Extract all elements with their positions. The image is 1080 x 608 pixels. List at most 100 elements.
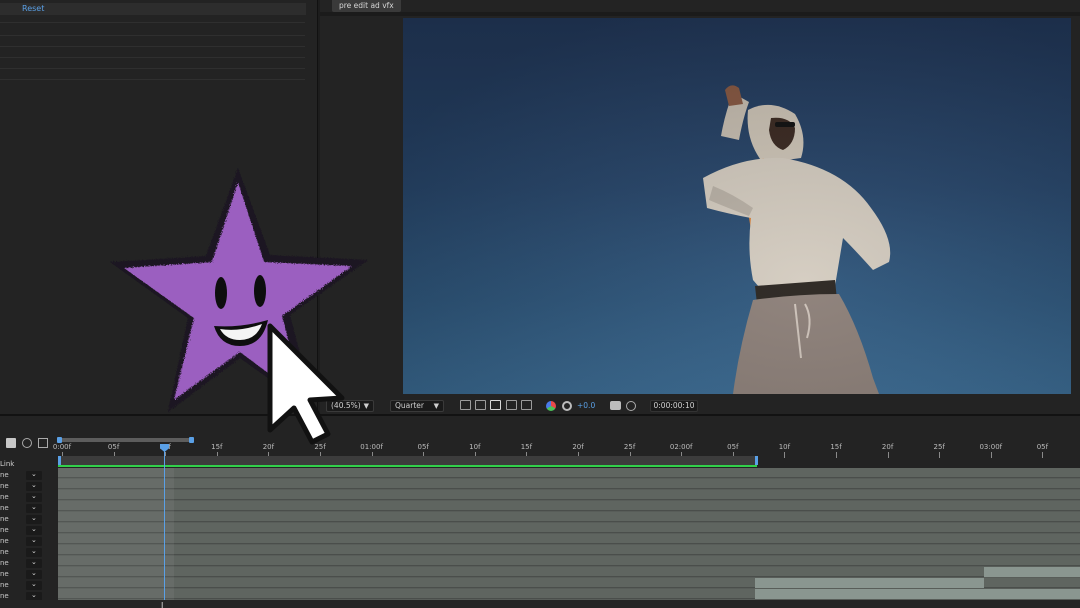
layer-mode-row[interactable]: ne ⌄ [0, 525, 42, 535]
mode-dropdown[interactable]: ⌄ [26, 525, 42, 535]
layer-mode-row[interactable]: ne ⌄ [0, 514, 42, 524]
mode-dropdown[interactable]: ⌄ [26, 492, 42, 502]
track-row[interactable] [58, 534, 1080, 544]
layer-mode-row[interactable]: ne ⌄ [0, 503, 42, 513]
layer-mode-row[interactable]: ne ⌄ [0, 580, 42, 590]
ruler-label: 20f [881, 443, 894, 451]
resolution-dropdown[interactable]: Quarter ▼ [390, 400, 444, 412]
blend-mode-label: ne [0, 515, 9, 523]
property-divider [0, 68, 305, 69]
timeline-panel: 0:00f 05f 10f 15f 20f 25f 01:00f 05f 10f 15f 20f 25… [0, 414, 1080, 608]
track-row[interactable] [58, 490, 1080, 500]
composition-frame[interactable] [403, 18, 1071, 394]
region-of-interest-icon[interactable] [506, 400, 517, 410]
ruler-tick [836, 452, 837, 458]
mode-dropdown[interactable]: ⌄ [26, 503, 42, 513]
blend-mode-label: ne [0, 570, 9, 578]
work-area-end-handle[interactable] [755, 456, 758, 465]
mode-dropdown[interactable]: ⌄ [26, 481, 42, 491]
layer-clip[interactable] [755, 578, 984, 588]
blend-mode-label: ne [0, 592, 9, 600]
current-time-display[interactable]: 0:00:00:10 [650, 400, 698, 412]
fast-previews-icon[interactable] [460, 400, 471, 410]
track-row[interactable] [58, 479, 1080, 489]
blend-mode-label: ne [0, 526, 9, 534]
chevron-down-icon: ⌄ [31, 591, 37, 599]
layer-mode-row[interactable]: ne ⌄ [0, 481, 42, 491]
mode-dropdown[interactable]: ⌄ [26, 470, 42, 480]
tab-composition[interactable]: pre edit ad vfx [332, 0, 401, 12]
blend-mode-label: ne [0, 559, 9, 567]
layer-mode-row[interactable]: ne ⌄ [0, 492, 42, 502]
chevron-down-icon: ⌄ [31, 569, 37, 577]
property-divider [0, 46, 305, 47]
blend-mode-label: ne [0, 482, 9, 490]
chevron-down-icon: ⌄ [31, 536, 37, 544]
mode-dropdown[interactable]: ⌄ [26, 580, 42, 590]
ruler-tick [784, 452, 786, 458]
chevron-down-icon: ⌄ [31, 481, 37, 489]
layer-tracks[interactable] [58, 468, 1080, 608]
layer-mode-row[interactable]: ne ⌄ [0, 470, 42, 480]
exposure-value[interactable]: +0.0 [577, 401, 595, 410]
playhead-line [164, 449, 165, 607]
blend-mode-label: ne [0, 504, 9, 512]
mode-dropdown[interactable]: ⌄ [26, 547, 42, 557]
guides-icon[interactable] [521, 400, 532, 410]
show-snapshot-icon[interactable] [626, 401, 636, 411]
layer-clip[interactable] [984, 567, 1080, 577]
property-divider [0, 57, 305, 58]
ruler-label: 25f [623, 443, 636, 451]
ruler-label: 03:00f [979, 443, 1003, 451]
ruler-label: 15f [211, 443, 223, 451]
reset-link[interactable]: Reset [22, 4, 44, 13]
layer-mode-row[interactable]: ne ⌄ [0, 569, 42, 579]
work-area-start-handle[interactable] [58, 456, 61, 465]
composition-mini-flowchart-icon[interactable] [6, 438, 16, 448]
work-area-bar[interactable] [58, 456, 758, 465]
ruler-tick [939, 452, 941, 458]
mask-visibility-icon[interactable] [490, 400, 501, 410]
ruler-label: 05f [107, 443, 120, 451]
track-row[interactable] [58, 556, 1080, 566]
chevron-down-icon: ⌄ [31, 580, 37, 588]
blend-mode-label: ne [0, 537, 9, 545]
arrow-cursor-icon [267, 323, 345, 445]
mode-dropdown[interactable]: ⌄ [26, 569, 42, 579]
chevron-down-icon: ⌄ [31, 470, 37, 478]
mode-dropdown[interactable]: ⌄ [26, 558, 42, 568]
mode-dropdown[interactable]: ⌄ [26, 514, 42, 524]
ruler-label: 05f [1036, 443, 1049, 451]
viewer-toolbar: (40.5%) ▼ Quarter ▼ +0.0 0:00:00:10 [320, 398, 1080, 414]
track-row[interactable] [58, 523, 1080, 533]
resolution-value: Quarter [395, 401, 424, 410]
blend-mode-label: ne [0, 548, 9, 556]
track-row[interactable] [58, 545, 1080, 555]
draft-3d-icon[interactable] [22, 438, 32, 448]
blend-mode-label: ne [0, 493, 9, 501]
snapshot-camera-icon[interactable] [610, 401, 621, 410]
text-cursor-icon: I [161, 601, 164, 608]
color-channels-icon[interactable] [546, 401, 556, 411]
layer-mode-row[interactable]: ne ⌄ [0, 558, 42, 568]
track-row[interactable] [58, 468, 1080, 478]
track-row[interactable] [58, 512, 1080, 522]
ruler-label: 05f [417, 443, 429, 451]
parent-link-header: Link [0, 460, 15, 468]
transparency-grid-icon[interactable] [475, 400, 486, 410]
chevron-down-icon: ⌄ [31, 547, 37, 555]
layer-mode-column: Link ne ⌄ ne ⌄ ne ⌄ ne ⌄ ne ⌄ ne ⌄ ne ⌄ ne ⌄ ne ⌄ ne ⌄ ne ⌄ ne… [0, 460, 46, 606]
chevron-down-icon: ⌄ [31, 525, 37, 533]
track-row[interactable] [58, 501, 1080, 511]
layer-mode-row[interactable]: ne ⌄ [0, 547, 42, 557]
track-row[interactable] [58, 567, 1080, 577]
ruler-label: 15f [830, 443, 842, 451]
chevron-down-icon: ⌄ [31, 492, 37, 500]
layer-clip[interactable] [755, 589, 1080, 599]
color-management-icon[interactable] [562, 401, 572, 411]
layer-mode-row[interactable]: ne ⌄ [0, 536, 42, 546]
mode-dropdown[interactable]: ⌄ [26, 536, 42, 546]
ruler-label: 02:00f [669, 443, 693, 451]
graph-editor-icon[interactable] [38, 438, 48, 448]
ruler-label: 25f [933, 443, 945, 451]
